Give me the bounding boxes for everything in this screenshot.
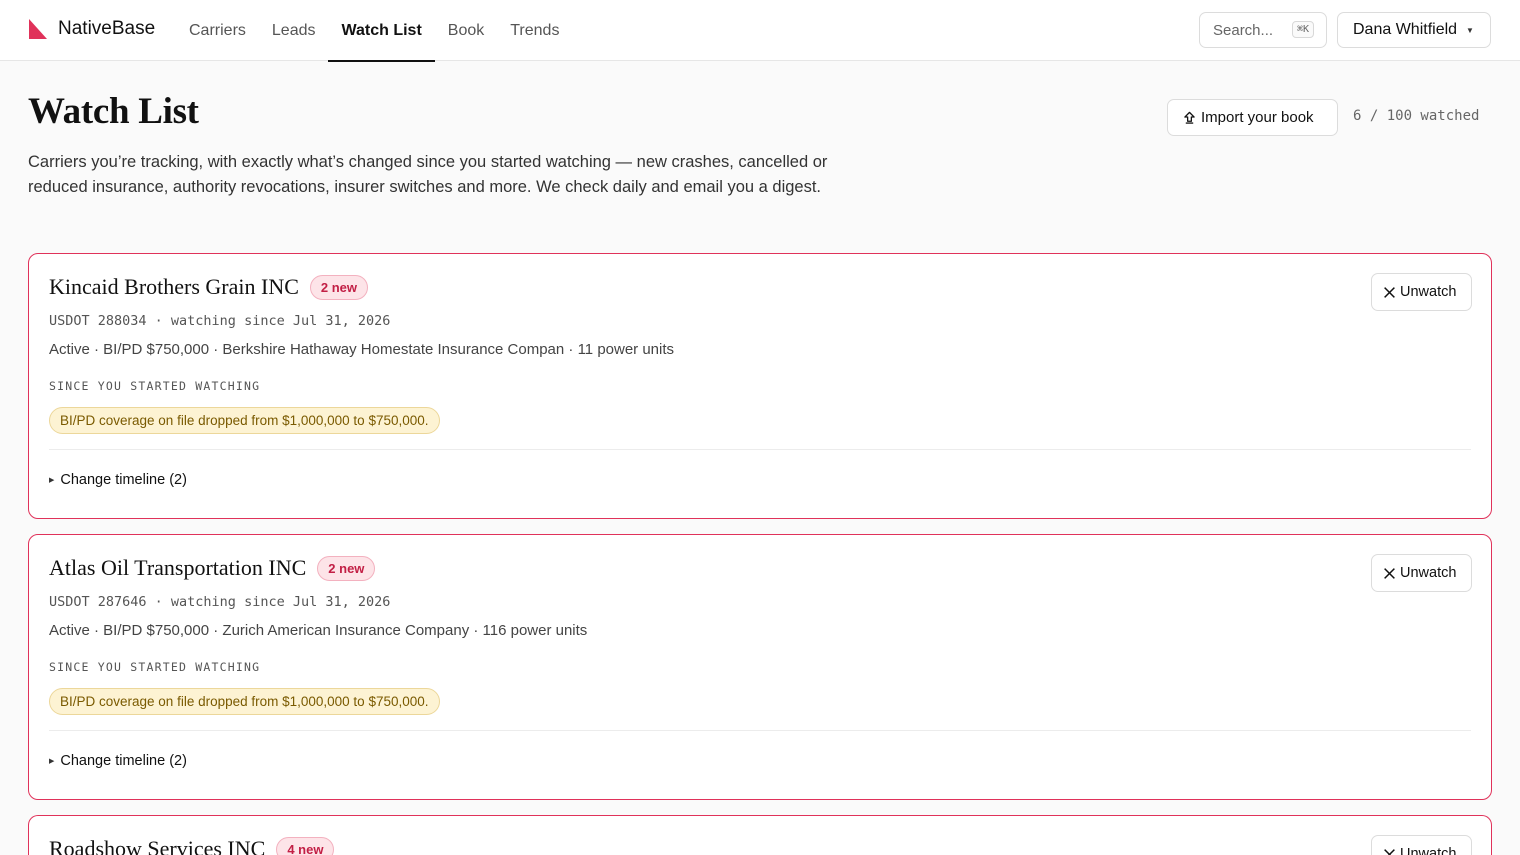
import-book-button[interactable]: Import your book (1167, 99, 1338, 136)
carrier-name[interactable]: Atlas Oil Transportation INC (49, 555, 306, 581)
main-nav: Carriers Leads Watch List Book Trends (176, 0, 572, 62)
since-watching-label: SINCE YOU STARTED WATCHING (49, 379, 261, 393)
unwatch-label: Unwatch (1400, 565, 1457, 581)
new-changes-badge: 2 new (309, 274, 369, 300)
card-header: Atlas Oil Transportation INC 2 new (49, 555, 376, 581)
brand[interactable]: NativeBase (28, 18, 155, 40)
intro-text: Carriers you’re tracking, with exactly w… (28, 153, 828, 196)
brand-logo-icon (29, 19, 47, 39)
search-button[interactable]: Search... ⌘K (1199, 12, 1327, 48)
change-timeline-label: Change timeline (2) (60, 472, 187, 488)
carrier-details: Active · BI/PD $750,000 · Zurich America… (49, 622, 588, 639)
unwatch-button[interactable]: Unwatch (1371, 273, 1472, 311)
watch-card: Atlas Oil Transportation INC 2 new Unwat… (28, 534, 1492, 800)
close-icon (1384, 848, 1395, 855)
triangle-right-icon: ▶ (49, 758, 55, 765)
brand-name: NativeBase (58, 18, 156, 39)
change-timeline-toggle[interactable]: ▶ Change timeline (2) (49, 753, 187, 769)
nav-watch-list[interactable]: Watch List (328, 0, 436, 62)
since-watching-label: SINCE YOU STARTED WATCHING (49, 660, 261, 674)
page-title: Watch List (28, 91, 199, 132)
carrier-meta: USDOT 288034 · watching since Jul 31, 20… (49, 313, 391, 329)
user-menu-button[interactable]: Dana Whitfield ▼ (1337, 12, 1491, 48)
card-header: Kincaid Brothers Grain INC 2 new (49, 274, 369, 300)
carrier-details: Active · BI/PD $750,000 · Berkshire Hath… (49, 341, 675, 358)
search-shortcut-hint: ⌘K (1291, 21, 1314, 38)
import-book-label: Import your book (1201, 109, 1314, 126)
carrier-name[interactable]: Kincaid Brothers Grain INC (49, 274, 299, 300)
carrier-name[interactable]: Roadshow Services INC (49, 836, 265, 855)
caret-down-icon: ▼ (1466, 25, 1474, 35)
upload-icon (1184, 111, 1195, 124)
close-icon (1384, 567, 1395, 579)
user-name: Dana Whitfield (1353, 21, 1458, 38)
card-divider (49, 730, 1471, 731)
unwatch-label: Unwatch (1400, 846, 1457, 855)
new-changes-badge: 2 new (317, 555, 376, 581)
search-placeholder: Search... (1213, 21, 1274, 39)
triangle-right-icon: ▶ (49, 477, 55, 484)
nav-book[interactable]: Book (435, 0, 497, 61)
unwatch-label: Unwatch (1400, 284, 1457, 300)
nav-leads[interactable]: Leads (259, 0, 329, 61)
change-timeline-toggle[interactable]: ▶ Change timeline (2) (49, 472, 187, 488)
close-icon (1384, 286, 1395, 298)
watch-count: 6 / 100 watched (1353, 108, 1480, 124)
change-chip: BI/PD coverage on file dropped from $1,0… (49, 688, 440, 715)
change-chip: BI/PD coverage on file dropped from $1,0… (49, 407, 440, 434)
card-divider (49, 449, 1471, 450)
unwatch-button[interactable]: Unwatch (1371, 554, 1472, 592)
carrier-meta: USDOT 287646 · watching since Jul 31, 20… (49, 594, 391, 610)
change-timeline-label: Change timeline (2) (60, 753, 187, 769)
unwatch-button[interactable]: Unwatch (1371, 835, 1472, 855)
card-header: Roadshow Services INC 4 new (49, 836, 335, 855)
watch-card: Roadshow Services INC 4 new Unwatch (28, 815, 1492, 855)
watch-card: Kincaid Brothers Grain INC 2 new Unwatch… (28, 253, 1492, 519)
nav-trends[interactable]: Trends (497, 0, 572, 61)
new-changes-badge: 4 new (276, 836, 335, 855)
top-navigation-bar: NativeBase Carriers Leads Watch List Boo… (0, 0, 1520, 62)
nav-carriers[interactable]: Carriers (176, 0, 259, 61)
